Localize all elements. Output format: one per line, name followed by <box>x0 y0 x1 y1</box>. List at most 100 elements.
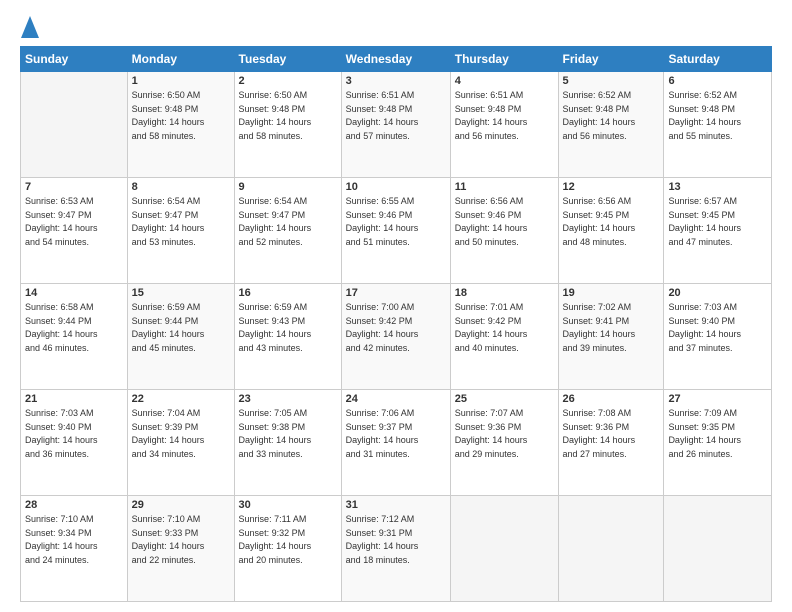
day-info: Sunrise: 7:01 AM Sunset: 9:42 PM Dayligh… <box>455 301 554 355</box>
calendar-cell: 2Sunrise: 6:50 AM Sunset: 9:48 PM Daylig… <box>234 72 341 178</box>
day-number: 5 <box>563 75 660 87</box>
day-info: Sunrise: 6:52 AM Sunset: 9:48 PM Dayligh… <box>668 89 767 143</box>
logo-icon <box>21 16 39 38</box>
day-number: 29 <box>132 499 230 511</box>
calendar-week-row: 28 Sunrise: 7:10 AM Sunset: 9:34 PM Dayli… <box>21 496 772 602</box>
header <box>20 16 772 38</box>
day-number: 19 <box>563 287 660 299</box>
day-info: Sunrise: 7:11 AM Sunset: 9:32 PM Dayligh… <box>239 513 337 567</box>
calendar-day-header: Wednesday <box>341 47 450 72</box>
calendar-cell: 23 Sunrise: 7:05 AM Sunset: 9:38 PM Dayli… <box>234 390 341 496</box>
day-info: Sunrise: 7:03 AM Sunset: 9:40 PM Dayligh… <box>668 301 767 355</box>
day-number: 31 <box>346 499 446 511</box>
day-number: 9 <box>239 181 337 193</box>
day-info: Sunrise: 7:12 AM Sunset: 9:31 PM Dayligh… <box>346 513 446 567</box>
day-info: Sunrise: 6:51 AM Sunset: 9:48 PM Dayligh… <box>455 89 554 143</box>
calendar-cell: 21Sunrise: 7:03 AM Sunset: 9:40 PM Dayli… <box>21 390 128 496</box>
day-number: 12 <box>563 181 660 193</box>
day-number: 17 <box>346 287 446 299</box>
day-info: Sunrise: 6:59 AM Sunset: 9:44 PM Dayligh… <box>132 301 230 355</box>
calendar-cell: 31 Sunrise: 7:12 AM Sunset: 9:31 PM Dayli… <box>341 496 450 602</box>
day-number: 30 <box>239 499 337 511</box>
day-number: 16 <box>239 287 337 299</box>
day-info: Sunrise: 7:06 AM Sunset: 9:37 PM Dayligh… <box>346 407 446 461</box>
day-number: 13 <box>668 181 767 193</box>
calendar-cell <box>21 72 128 178</box>
day-info: Sunrise: 6:51 AM Sunset: 9:48 PM Dayligh… <box>346 89 446 143</box>
calendar-cell: 25 Sunrise: 7:07 AM Sunset: 9:36 PM Dayli… <box>450 390 558 496</box>
day-number: 20 <box>668 287 767 299</box>
calendar-day-header: Thursday <box>450 47 558 72</box>
calendar-cell: 1Sunrise: 6:50 AM Sunset: 9:48 PM Daylig… <box>127 72 234 178</box>
day-number: 15 <box>132 287 230 299</box>
calendar-cell: 6 Sunrise: 6:52 AM Sunset: 9:48 PM Daylig… <box>664 72 772 178</box>
day-number: 28 <box>25 499 123 511</box>
calendar-week-row: 14 Sunrise: 6:58 AM Sunset: 9:44 PM Dayli… <box>21 284 772 390</box>
logo <box>20 16 39 38</box>
calendar-cell: 13 Sunrise: 6:57 AM Sunset: 9:45 PM Dayli… <box>664 178 772 284</box>
calendar-day-header: Sunday <box>21 47 128 72</box>
calendar-cell: 4Sunrise: 6:51 AM Sunset: 9:48 PM Daylig… <box>450 72 558 178</box>
calendar-cell: 19 Sunrise: 7:02 AM Sunset: 9:41 PM Dayli… <box>558 284 664 390</box>
day-number: 3 <box>346 75 446 87</box>
day-info: Sunrise: 6:54 AM Sunset: 9:47 PM Dayligh… <box>239 195 337 249</box>
day-number: 25 <box>455 393 554 405</box>
calendar-day-header: Friday <box>558 47 664 72</box>
calendar-cell: 8 Sunrise: 6:54 AM Sunset: 9:47 PM Daylig… <box>127 178 234 284</box>
day-info: Sunrise: 6:57 AM Sunset: 9:45 PM Dayligh… <box>668 195 767 249</box>
calendar-cell: 16 Sunrise: 6:59 AM Sunset: 9:43 PM Dayli… <box>234 284 341 390</box>
day-info: Sunrise: 6:58 AM Sunset: 9:44 PM Dayligh… <box>25 301 123 355</box>
day-number: 1 <box>132 75 230 87</box>
day-number: 14 <box>25 287 123 299</box>
calendar-header-row: SundayMondayTuesdayWednesdayThursdayFrid… <box>21 47 772 72</box>
day-info: Sunrise: 6:53 AM Sunset: 9:47 PM Dayligh… <box>25 195 123 249</box>
day-number: 8 <box>132 181 230 193</box>
calendar-week-row: 7 Sunrise: 6:53 AM Sunset: 9:47 PM Daylig… <box>21 178 772 284</box>
calendar-cell: 15 Sunrise: 6:59 AM Sunset: 9:44 PM Dayli… <box>127 284 234 390</box>
calendar-cell: 14 Sunrise: 6:58 AM Sunset: 9:44 PM Dayli… <box>21 284 128 390</box>
calendar-cell: 29 Sunrise: 7:10 AM Sunset: 9:33 PM Dayli… <box>127 496 234 602</box>
day-info: Sunrise: 6:56 AM Sunset: 9:45 PM Dayligh… <box>563 195 660 249</box>
calendar-week-row: 1Sunrise: 6:50 AM Sunset: 9:48 PM Daylig… <box>21 72 772 178</box>
calendar-cell: 28 Sunrise: 7:10 AM Sunset: 9:34 PM Dayli… <box>21 496 128 602</box>
day-number: 27 <box>668 393 767 405</box>
day-info: Sunrise: 7:00 AM Sunset: 9:42 PM Dayligh… <box>346 301 446 355</box>
day-info: Sunrise: 6:55 AM Sunset: 9:46 PM Dayligh… <box>346 195 446 249</box>
day-number: 21 <box>25 393 123 405</box>
day-info: Sunrise: 7:09 AM Sunset: 9:35 PM Dayligh… <box>668 407 767 461</box>
day-info: Sunrise: 7:10 AM Sunset: 9:33 PM Dayligh… <box>132 513 230 567</box>
day-info: Sunrise: 6:54 AM Sunset: 9:47 PM Dayligh… <box>132 195 230 249</box>
calendar-day-header: Saturday <box>664 47 772 72</box>
calendar-cell: 12 Sunrise: 6:56 AM Sunset: 9:45 PM Dayli… <box>558 178 664 284</box>
day-info: Sunrise: 7:05 AM Sunset: 9:38 PM Dayligh… <box>239 407 337 461</box>
day-info: Sunrise: 7:02 AM Sunset: 9:41 PM Dayligh… <box>563 301 660 355</box>
calendar-cell: 24 Sunrise: 7:06 AM Sunset: 9:37 PM Dayli… <box>341 390 450 496</box>
day-number: 26 <box>563 393 660 405</box>
day-number: 7 <box>25 181 123 193</box>
calendar-cell: 11Sunrise: 6:56 AM Sunset: 9:46 PM Dayli… <box>450 178 558 284</box>
calendar-cell: 5 Sunrise: 6:52 AM Sunset: 9:48 PM Daylig… <box>558 72 664 178</box>
day-number: 6 <box>668 75 767 87</box>
day-number: 10 <box>346 181 446 193</box>
calendar-cell: 9 Sunrise: 6:54 AM Sunset: 9:47 PM Daylig… <box>234 178 341 284</box>
calendar-cell: 30 Sunrise: 7:11 AM Sunset: 9:32 PM Dayli… <box>234 496 341 602</box>
day-info: Sunrise: 7:07 AM Sunset: 9:36 PM Dayligh… <box>455 407 554 461</box>
day-number: 2 <box>239 75 337 87</box>
calendar-week-row: 21Sunrise: 7:03 AM Sunset: 9:40 PM Dayli… <box>21 390 772 496</box>
day-info: Sunrise: 6:56 AM Sunset: 9:46 PM Dayligh… <box>455 195 554 249</box>
calendar-cell: 20 Sunrise: 7:03 AM Sunset: 9:40 PM Dayli… <box>664 284 772 390</box>
day-number: 24 <box>346 393 446 405</box>
calendar-day-header: Monday <box>127 47 234 72</box>
day-info: Sunrise: 6:59 AM Sunset: 9:43 PM Dayligh… <box>239 301 337 355</box>
calendar-cell <box>450 496 558 602</box>
day-info: Sunrise: 6:52 AM Sunset: 9:48 PM Dayligh… <box>563 89 660 143</box>
calendar-day-header: Tuesday <box>234 47 341 72</box>
day-info: Sunrise: 7:08 AM Sunset: 9:36 PM Dayligh… <box>563 407 660 461</box>
day-number: 22 <box>132 393 230 405</box>
calendar-cell <box>664 496 772 602</box>
calendar-cell: 26 Sunrise: 7:08 AM Sunset: 9:36 PM Dayli… <box>558 390 664 496</box>
day-info: Sunrise: 7:10 AM Sunset: 9:34 PM Dayligh… <box>25 513 123 567</box>
calendar-cell: 22Sunrise: 7:04 AM Sunset: 9:39 PM Dayli… <box>127 390 234 496</box>
day-number: 23 <box>239 393 337 405</box>
day-number: 18 <box>455 287 554 299</box>
